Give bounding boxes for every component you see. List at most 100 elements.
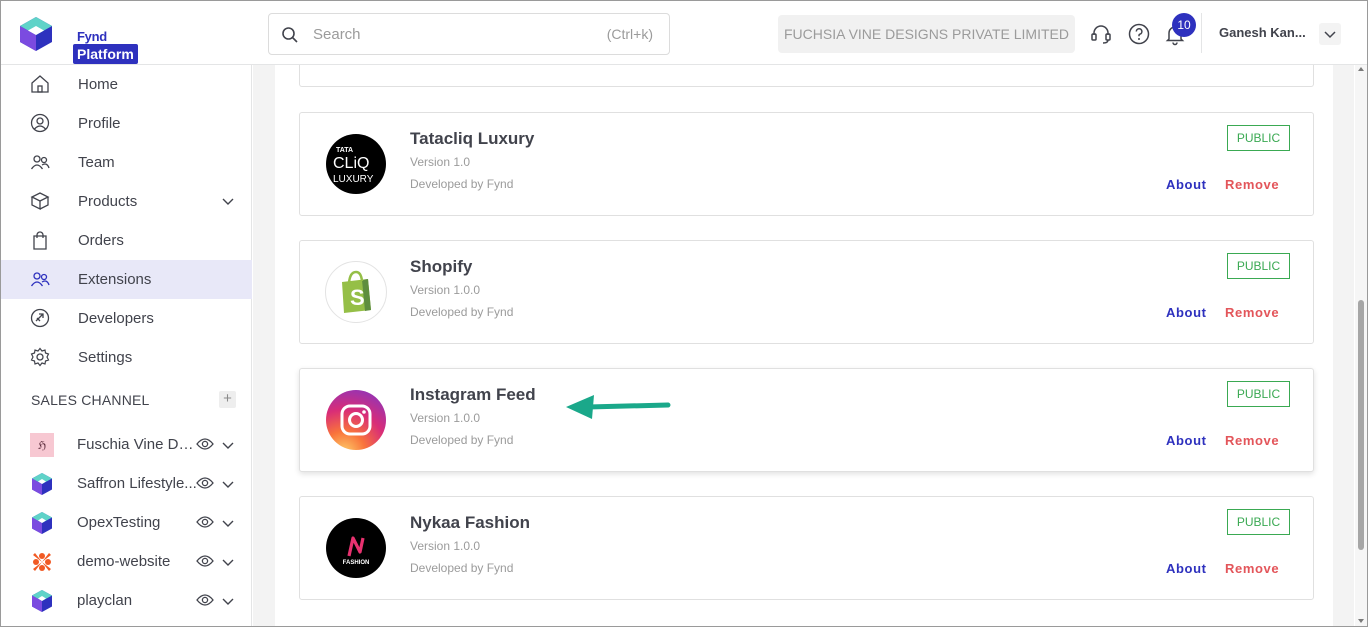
chevron-down-icon[interactable] [221,516,235,530]
instagram-logo [326,390,386,450]
eye-icon[interactable] [196,593,214,607]
channel-name: Saffron Lifestyle... [77,475,197,492]
user-name[interactable]: Ganesh Kan... [1219,25,1306,40]
eye-icon[interactable] [196,515,214,529]
scroll-thumb[interactable] [1358,300,1364,550]
chevron-down-icon[interactable] [221,555,235,569]
sales-channel-item[interactable]: Saffron Lifestyle... [1,464,252,503]
eye-icon[interactable] [196,554,214,568]
sidebar-item-label: Profile [78,115,121,132]
sidebar-item-team[interactable]: Team [1,143,252,182]
search-input[interactable]: Search [313,26,361,43]
top-header: Fynd Platform Search (Ctrl+k) FUCHSIA VI… [1,1,1367,65]
sales-channel-item[interactable]: OpexTesting [1,503,252,542]
about-link[interactable]: About [1166,433,1207,448]
about-link[interactable]: About [1166,177,1207,192]
support-icon[interactable] [1089,22,1113,46]
remove-link[interactable]: Remove [1225,433,1279,448]
extension-developer: Developed by Fynd [410,177,514,191]
sidebar-item-home[interactable]: Home [1,65,252,104]
developers-icon [30,308,50,328]
extensions-panel: TATA CLiQ LUXURY Tatacliq Luxury Version… [275,65,1333,626]
search-bar[interactable]: Search (Ctrl+k) [268,13,670,55]
sales-channel-item[interactable]: playclan [1,581,252,620]
remove-link[interactable]: Remove [1225,305,1279,320]
extension-name: Shopify [410,257,473,276]
team-icon [30,155,50,170]
sidebar-item-developers[interactable]: Developers [1,299,252,338]
sidebar-item-label: Settings [78,349,133,366]
gear-icon [30,347,50,367]
sidebar-item-label: Home [78,76,119,93]
search-icon [282,27,298,43]
tatacliq-logo-mid: CLiQ [333,155,369,172]
add-sales-channel-button[interactable]: + [219,391,236,408]
channel-logo: ℌ [30,433,54,457]
user-menu-button[interactable] [1319,23,1341,45]
svg-text:S: S [350,285,365,310]
about-link[interactable]: About [1166,305,1207,320]
brand-name: Fynd [77,29,107,44]
about-link[interactable]: About [1166,561,1207,576]
channel-name: playclan [77,592,133,609]
extension-card-partial [299,65,1314,87]
scroll-down-icon[interactable] [1358,619,1364,623]
sidebar-item-label: Developers [78,310,154,327]
bag-icon [33,231,47,250]
box-icon [30,192,50,211]
sales-channel-title: SALES CHANNEL [31,392,150,408]
sidebar-item-label: Extensions [78,271,152,288]
chevron-down-icon[interactable] [221,594,235,608]
help-icon[interactable] [1127,22,1151,46]
channel-logo [33,553,51,571]
public-badge: PUBLIC [1227,381,1290,407]
extension-name: Nykaa Fashion [410,513,530,532]
extension-developer: Developed by Fynd [410,433,514,447]
sidebar-item-label: Orders [78,232,124,249]
extension-developer: Developed by Fynd [410,561,514,575]
sales-channel-item[interactable]: ℌ Fuschia Vine De... [1,425,252,464]
scroll-up-icon[interactable] [1358,67,1364,71]
chevron-down-icon[interactable] [221,438,235,452]
remove-link[interactable]: Remove [1225,177,1279,192]
main-content: TATA CLiQ LUXURY Tatacliq Luxury Version… [253,65,1354,626]
public-badge: PUBLIC [1227,253,1290,279]
shopify-logo: S [325,261,387,323]
chevron-down-icon [1324,31,1336,39]
sidebar-item-settings[interactable]: Settings [1,338,252,377]
sidebar-item-profile[interactable]: Profile [1,104,252,143]
extension-card: TATA CLiQ LUXURY Tatacliq Luxury Version… [299,112,1314,216]
sidebar-item-orders[interactable]: Orders [1,221,252,260]
notification-count-badge: 10 [1172,13,1196,37]
channel-logo [32,512,52,534]
sidebar: Home Profile Team Products Orders Extens… [1,65,252,626]
company-selector[interactable]: FUCHSIA VINE DESIGNS PRIVATE LIMITED [778,15,1075,53]
extension-name: Tatacliq Luxury [410,129,535,148]
extension-version: Version 1.0.0 [410,539,481,553]
chevron-down-icon[interactable] [221,477,235,491]
eye-icon[interactable] [196,476,214,490]
search-shortcut: (Ctrl+k) [606,26,653,42]
remove-link[interactable]: Remove [1225,561,1279,576]
sidebar-item-extensions[interactable]: Extensions [1,260,252,299]
extension-card: S Shopify Version 1.0.0 Developed by Fyn… [299,240,1314,344]
sidebar-item-products[interactable]: Products [1,182,252,221]
extension-developer: Developed by Fynd [410,305,514,319]
nykaa-fashion-logo: FASHION [326,518,386,578]
eye-icon[interactable] [196,437,214,451]
fynd-platform-logo[interactable]: Fynd Platform [17,15,147,64]
public-badge: PUBLIC [1227,509,1290,535]
extension-card: FASHION Nykaa Fashion Version 1.0.0 Deve… [299,496,1314,600]
channel-name: OpexTesting [77,514,161,531]
brand-badge: Platform [73,44,138,64]
header-divider [1201,13,1202,53]
extension-version: Version 1.0.0 [410,411,481,425]
channel-logo [32,590,52,612]
extensions-icon [30,272,50,287]
extension-name: Instagram Feed [410,385,536,404]
page-scrollbar[interactable] [1355,65,1367,626]
channel-name: Fuschia Vine De... [77,436,197,453]
channel-logo [32,473,52,495]
tatacliq-logo-bottom: LUXURY [333,174,374,185]
sales-channel-item[interactable]: demo-website [1,542,252,581]
